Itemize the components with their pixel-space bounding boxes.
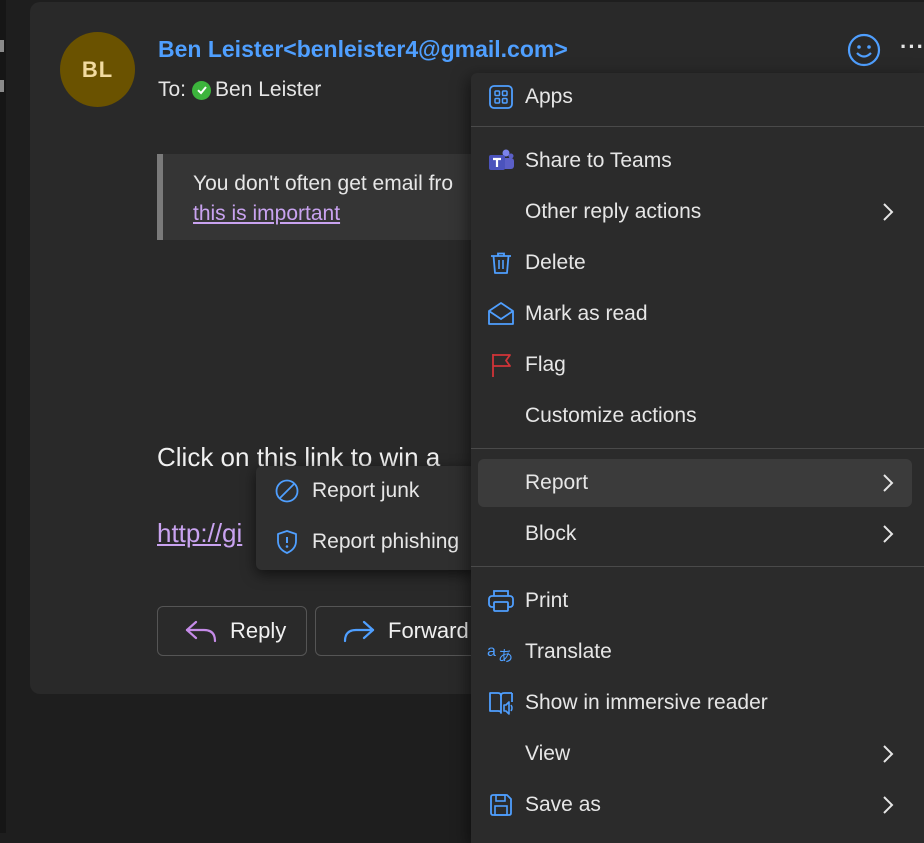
window-edge	[0, 0, 6, 833]
menu-item-label: Print	[525, 589, 569, 612]
reply-label: Reply	[230, 618, 287, 643]
report-submenu: Report junk Report phishing	[256, 466, 476, 570]
menu-item-label: Translate	[525, 640, 612, 663]
menu-item-label: Show in immersive reader	[525, 691, 768, 714]
menu-item-label: Save as	[525, 793, 601, 816]
shield-alert-icon	[277, 530, 297, 554]
menu-item-immersive-reader[interactable]: Show in immersive reader	[471, 679, 918, 727]
menu-item-other-reply-actions[interactable]: Other reply actions	[471, 188, 918, 236]
menu-item-delete[interactable]: Delete	[471, 239, 918, 287]
translate-icon: a あ	[487, 638, 515, 666]
chevron-right-icon	[883, 474, 894, 492]
chevron-right-icon	[883, 203, 894, 221]
menu-item-label: Block	[525, 522, 577, 545]
sender-name[interactable]: Ben Leister<benleister4@gmail.com>	[158, 36, 568, 63]
menu-item-save-as[interactable]: Save as	[471, 781, 918, 829]
reaction-emoji-icon[interactable]	[846, 32, 882, 68]
sender-avatar[interactable]: BL	[60, 32, 135, 107]
envelope-open-icon	[487, 300, 515, 328]
edge-marker	[0, 80, 4, 92]
reply-icon	[185, 620, 217, 643]
recipient-name[interactable]: Ben Leister	[215, 78, 321, 102]
menu-item-label: Customize actions	[525, 404, 697, 427]
menu-item-report[interactable]: Report	[478, 459, 912, 507]
block-circle-icon	[275, 479, 299, 503]
menu-item-label: Flag	[525, 353, 566, 376]
menu-item-print[interactable]: Print	[471, 577, 918, 625]
menu-item-label: View	[525, 742, 571, 765]
external-sender-banner: You don't often get email fro this is im…	[157, 154, 487, 240]
menu-item-label: Delete	[525, 251, 586, 274]
svg-text:あ: あ	[498, 647, 513, 665]
more-actions-menu: Apps Share to Teams Other reply actions	[471, 73, 924, 843]
menu-item-mark-as-read[interactable]: Mark as read	[471, 290, 918, 338]
menu-divider	[471, 126, 924, 127]
banner-link[interactable]: this is important	[193, 202, 340, 226]
menu-divider	[471, 448, 924, 449]
forward-button[interactable]: Forward	[315, 606, 485, 656]
report-junk-label: Report junk	[312, 479, 420, 502]
menu-item-label: Mark as read	[525, 302, 648, 325]
menu-item-label: Other reply actions	[525, 200, 702, 223]
menu-item-label: Share to Teams	[525, 149, 672, 172]
trash-icon	[487, 249, 515, 277]
edge-marker	[0, 40, 4, 52]
forward-icon	[343, 620, 375, 643]
reply-button[interactable]: Reply	[157, 606, 307, 656]
email-body-link[interactable]: http://gi	[157, 518, 242, 549]
more-actions-icon[interactable]: ···	[900, 34, 924, 60]
menu-item-block[interactable]: Block	[471, 510, 918, 558]
save-icon	[487, 791, 515, 819]
menu-item-label: Apps	[525, 85, 573, 108]
chevron-right-icon	[883, 525, 894, 543]
to-label: To:	[158, 78, 187, 101]
available-status-icon	[192, 80, 212, 100]
menu-divider	[471, 566, 924, 567]
report-junk-item[interactable]: Report junk	[256, 466, 476, 516]
menu-item-view[interactable]: View	[471, 730, 918, 778]
svg-text:a: a	[487, 643, 496, 660]
menu-item-label: Report	[525, 471, 589, 494]
printer-icon	[487, 587, 515, 615]
forward-label: Forward	[388, 618, 469, 643]
menu-item-apps[interactable]: Apps	[471, 73, 918, 121]
banner-text: You don't often get email fro	[193, 172, 454, 195]
chevron-right-icon	[883, 796, 894, 814]
chevron-right-icon	[883, 745, 894, 763]
report-phishing-label: Report phishing	[312, 530, 460, 553]
menu-item-customize-actions[interactable]: Customize actions	[471, 392, 918, 440]
menu-item-share-to-teams[interactable]: Share to Teams	[471, 137, 918, 185]
flag-icon	[487, 351, 515, 379]
menu-item-flag[interactable]: Flag	[471, 341, 918, 389]
report-phishing-item[interactable]: Report phishing	[256, 517, 476, 567]
menu-item-translate[interactable]: a あ Translate	[471, 628, 918, 676]
teams-icon	[487, 147, 515, 175]
immersive-reader-icon	[487, 689, 515, 717]
recipient-line: To: Ben Leister	[158, 78, 321, 102]
apps-icon	[487, 83, 515, 111]
